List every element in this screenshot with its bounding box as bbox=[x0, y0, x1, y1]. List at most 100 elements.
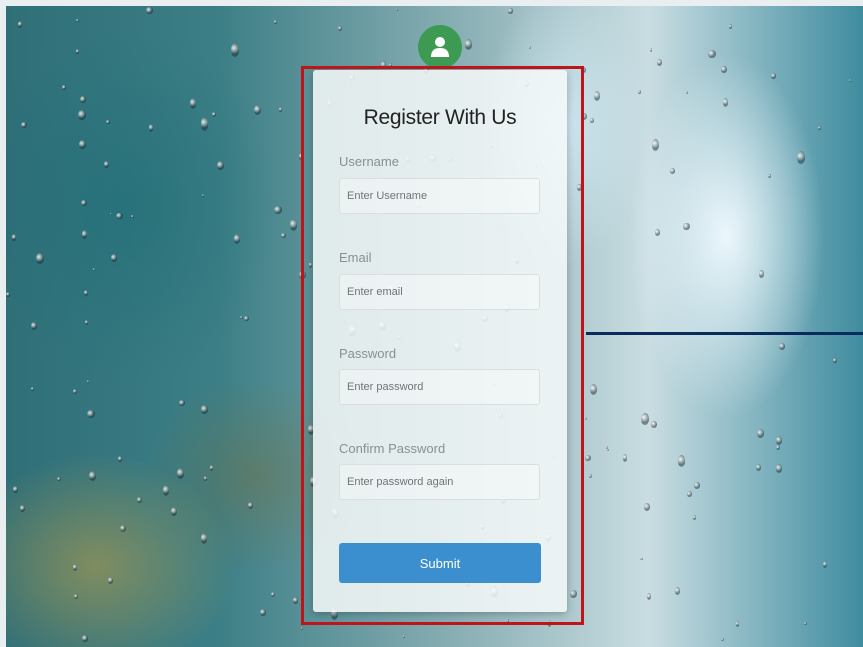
raindrop bbox=[18, 20, 22, 28]
raindrop bbox=[756, 428, 765, 439]
raindrop bbox=[259, 608, 266, 616]
raindrop bbox=[254, 105, 262, 116]
raindrop bbox=[804, 621, 808, 626]
raindrop bbox=[78, 109, 86, 121]
raindrop bbox=[116, 212, 123, 219]
raindrop bbox=[21, 122, 28, 128]
raindrop bbox=[652, 138, 660, 152]
raindrop bbox=[86, 380, 89, 384]
raindrop bbox=[104, 160, 110, 169]
raindrop bbox=[82, 635, 88, 643]
raindrop bbox=[675, 586, 681, 595]
raindrop bbox=[776, 444, 780, 450]
raindrop bbox=[278, 107, 283, 112]
raindrop bbox=[75, 19, 79, 23]
raindrop bbox=[677, 455, 686, 467]
avatar bbox=[418, 25, 462, 69]
raindrop bbox=[119, 524, 126, 532]
raindrop bbox=[131, 214, 134, 218]
raindrop bbox=[57, 476, 62, 481]
raindrop bbox=[20, 505, 25, 512]
raindrop bbox=[273, 19, 277, 25]
raindrop bbox=[644, 502, 650, 511]
raindrop bbox=[729, 24, 733, 29]
raindrop bbox=[62, 85, 66, 91]
raindrop bbox=[694, 482, 700, 489]
raindrop bbox=[171, 506, 177, 516]
raindrop bbox=[776, 463, 782, 473]
raindrop bbox=[508, 8, 513, 14]
raindrop bbox=[293, 596, 298, 605]
raindrop bbox=[395, 8, 398, 12]
raindrop bbox=[179, 399, 186, 406]
raindrop bbox=[247, 502, 254, 510]
raindrop bbox=[200, 117, 209, 131]
raindrop bbox=[109, 212, 112, 216]
raindrop bbox=[848, 78, 851, 83]
raindrop bbox=[402, 634, 406, 638]
raindrop bbox=[6, 292, 11, 298]
raindrop bbox=[11, 234, 16, 241]
raindrop bbox=[771, 72, 776, 80]
raindrop bbox=[300, 626, 304, 630]
raindrop bbox=[210, 464, 214, 471]
raindrop bbox=[89, 470, 97, 482]
raindrop bbox=[589, 383, 597, 395]
raindrop bbox=[289, 219, 298, 231]
highlight-frame bbox=[301, 66, 584, 625]
raindrop bbox=[759, 269, 764, 279]
raindrop bbox=[190, 98, 197, 109]
raindrop bbox=[687, 490, 693, 498]
raindrop bbox=[585, 455, 591, 462]
raindrop bbox=[87, 410, 96, 419]
raindrop bbox=[84, 320, 89, 326]
raindrop bbox=[818, 126, 822, 130]
raindrop bbox=[76, 49, 79, 54]
raindrop bbox=[779, 343, 786, 350]
raindrop bbox=[776, 436, 783, 445]
raindrop bbox=[274, 205, 283, 214]
raindrop bbox=[685, 91, 689, 95]
raindrop bbox=[683, 222, 690, 231]
raindrop bbox=[651, 420, 657, 428]
raindrop bbox=[593, 90, 601, 102]
raindrop bbox=[216, 160, 225, 171]
raindrop bbox=[80, 95, 86, 104]
raindrop bbox=[13, 486, 19, 493]
raindrop bbox=[73, 594, 78, 600]
raindrop bbox=[230, 42, 239, 57]
raindrop bbox=[145, 6, 153, 15]
raindrop bbox=[832, 358, 838, 364]
raindrop bbox=[721, 637, 725, 641]
raindrop bbox=[584, 416, 588, 420]
raindrop bbox=[79, 139, 86, 149]
raindrop bbox=[203, 475, 207, 481]
raindrop bbox=[670, 168, 675, 174]
raindrop bbox=[118, 456, 122, 462]
raindrop bbox=[529, 45, 532, 49]
raindrop bbox=[589, 474, 593, 479]
raindrop bbox=[465, 39, 473, 50]
raindrop bbox=[148, 124, 154, 133]
raindrop bbox=[72, 388, 77, 395]
raindrop bbox=[201, 193, 205, 198]
raindrop bbox=[92, 267, 96, 272]
raindrop bbox=[201, 404, 208, 414]
raindrop bbox=[622, 454, 627, 462]
raindrop bbox=[243, 316, 249, 322]
raindrop bbox=[136, 496, 142, 504]
raindrop bbox=[767, 173, 771, 179]
raindrop bbox=[722, 98, 728, 108]
raindrop bbox=[590, 118, 595, 123]
raindrop bbox=[108, 576, 114, 584]
raindrop bbox=[649, 48, 653, 52]
raindrop bbox=[177, 468, 184, 479]
raindrop bbox=[640, 557, 644, 561]
raindrop bbox=[162, 485, 169, 496]
raindrop bbox=[233, 234, 241, 244]
raindrop bbox=[72, 564, 78, 571]
raindrop bbox=[796, 151, 805, 165]
raindrop bbox=[281, 233, 287, 239]
raindrop bbox=[656, 59, 662, 67]
raindrop bbox=[655, 228, 661, 237]
